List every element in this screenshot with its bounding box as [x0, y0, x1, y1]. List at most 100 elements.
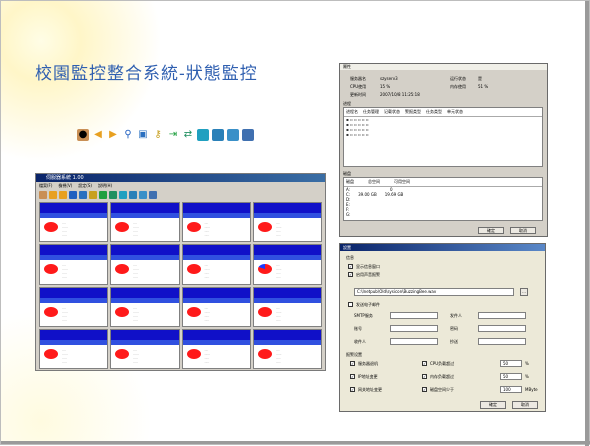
- disk-col-header[interactable]: 磁盘: [346, 179, 354, 185]
- menu-item-help[interactable]: 說明(H): [98, 182, 112, 189]
- mem-threshold-input[interactable]: 50: [500, 373, 522, 380]
- server-tile[interactable]: ···· ······ ····· ·····: [110, 328, 180, 369]
- cpu-pie-chart: [257, 264, 272, 275]
- browse-button[interactable]: …: [520, 288, 528, 296]
- tool-back-icon[interactable]: [49, 190, 57, 199]
- disk-table[interactable]: 磁盘 总空间 可用空间 A: 0 C: 39.00 GB 19.69 GB D: E:…: [343, 177, 543, 221]
- disk-unit: MByte: [525, 387, 538, 392]
- process-col-header[interactable]: 单元状态: [447, 109, 463, 115]
- server-tile[interactable]: ···· ······ ····· ·····: [39, 286, 109, 327]
- send-email-label: 发送电子邮件: [356, 302, 380, 307]
- sound-path-input[interactable]: C:\Inetpub\Old\sysicon\BuzzingBee.wav: [354, 288, 514, 296]
- account-input[interactable]: [390, 325, 438, 332]
- tool-network-icon[interactable]: [79, 190, 87, 199]
- alarm-cpu-checkbox[interactable]: ✓: [422, 361, 427, 366]
- process-col-header[interactable]: 警报类型: [405, 109, 421, 115]
- monitor-window-titlebar[interactable]: 伺服器系統 1.00: [36, 174, 325, 182]
- tool-forward-icon[interactable]: [59, 190, 67, 199]
- settings-dialog: 設置 信息 ✓ 显示信息窗口 ✓ 启用声音报警 C:\Inetpub\Old\s…: [339, 243, 546, 412]
- server-tile[interactable]: ···· ······ ····· ·····: [181, 328, 251, 369]
- alarm-server-label: 服务器退机: [358, 361, 378, 366]
- disk-col-header[interactable]: 可用空间: [394, 179, 410, 185]
- send-email-checkbox[interactable]: [348, 302, 353, 307]
- server-tile[interactable]: ···· ······ ····· ·····: [181, 244, 251, 285]
- menu-item-view[interactable]: 檢視(V): [58, 182, 72, 189]
- process-col-header[interactable]: 记载状态: [384, 109, 400, 115]
- network-icon[interactable]: ▣: [137, 129, 149, 141]
- key-icon[interactable]: ⚷: [152, 129, 164, 141]
- details-icon[interactable]: [242, 129, 254, 141]
- enable-sound-checkbox[interactable]: ✓: [348, 272, 353, 277]
- ok-button[interactable]: 確定: [478, 227, 504, 234]
- process-col-header[interactable]: 进程名: [346, 109, 358, 115]
- field-label: 内存使用: [450, 84, 466, 89]
- field-value: 2007/10/8 11:25:18: [380, 92, 420, 97]
- cpu-pie-chart: [115, 264, 130, 275]
- tool-search-icon[interactable]: [69, 190, 77, 199]
- smtp-input[interactable]: [390, 312, 438, 319]
- server-tile[interactable]: ···· ······ ····· ·····: [181, 202, 251, 243]
- tool-user-icon[interactable]: [39, 190, 47, 199]
- sender-input[interactable]: [478, 312, 526, 319]
- tool-key-icon[interactable]: [89, 190, 97, 199]
- square-icon[interactable]: [197, 129, 209, 141]
- tool-details-icon[interactable]: [149, 190, 157, 199]
- alarm-disk-checkbox[interactable]: ✓: [422, 387, 427, 392]
- server-tile[interactable]: ···· ······ ····· ·····: [252, 244, 322, 285]
- server-tile[interactable]: ···· ······ ····· ·····: [39, 202, 109, 243]
- page-title: 校園監控整合系統-狀態監控: [35, 64, 258, 84]
- cpu-unit: %: [525, 361, 529, 366]
- back-arrow-icon[interactable]: ◀: [92, 129, 104, 141]
- list-icon[interactable]: [227, 129, 239, 141]
- server-tile[interactable]: ···· ······ ····· ·····: [252, 286, 322, 327]
- user-icon[interactable]: ●: [77, 129, 89, 141]
- field-value: szyserv3: [380, 76, 398, 81]
- tool-swap-icon[interactable]: [109, 190, 117, 199]
- export-icon[interactable]: ⇥: [167, 129, 179, 141]
- alarm-server-checkbox[interactable]: ✓: [350, 361, 355, 366]
- server-tile[interactable]: ···· ······ ····· ·····: [110, 244, 180, 285]
- process-col-header[interactable]: 仕务管理: [363, 109, 379, 115]
- swap-icon[interactable]: ⇄: [182, 129, 194, 141]
- tool-grid-icon[interactable]: [129, 190, 137, 199]
- alarm-mem-checkbox[interactable]: ✓: [422, 374, 427, 379]
- show-window-checkbox[interactable]: ✓: [348, 264, 353, 269]
- grid-icon[interactable]: [212, 129, 224, 141]
- search-icon[interactable]: ⚲: [122, 129, 134, 141]
- monitor-toolbar: [36, 189, 325, 200]
- forward-arrow-icon[interactable]: ▶: [107, 129, 119, 141]
- menu-item-file[interactable]: 檔案(F): [39, 182, 52, 189]
- alarm-ip-checkbox[interactable]: ✓: [350, 374, 355, 379]
- cancel-button[interactable]: 取消: [512, 401, 538, 409]
- process-col-header[interactable]: 仕务类型: [426, 109, 442, 115]
- cancel-button[interactable]: 取消: [510, 227, 536, 234]
- recipient-input[interactable]: [390, 338, 438, 345]
- tool-list-icon[interactable]: [139, 190, 147, 199]
- menu-item-settings[interactable]: 設定(S): [78, 182, 92, 189]
- tool-square-icon[interactable]: [119, 190, 127, 199]
- disk-col-header[interactable]: 总空间: [368, 179, 380, 185]
- server-tile[interactable]: ···· ······ ····· ·····: [39, 244, 109, 285]
- disk-threshold-input[interactable]: 100: [500, 386, 522, 393]
- server-tile[interactable]: ···· ······ ····· ·····: [110, 202, 180, 243]
- monitor-window: 伺服器系統 1.00 檔案(F) 檢視(V) 設定(S) 說明(H) ···· ·…: [35, 173, 326, 371]
- cc-input[interactable]: [478, 338, 526, 345]
- settings-caption[interactable]: 設置: [340, 244, 545, 251]
- process-table[interactable]: 进程名 仕务管理 记载状态 警报类型 仕务类型 单元状态 ▪ ▫ ▫ ▫ ▫ ▫…: [343, 107, 543, 167]
- ok-button[interactable]: 確定: [480, 401, 506, 409]
- account-label: 账号: [354, 326, 362, 331]
- alarm-gateway-label: 网关地址变更: [358, 387, 382, 392]
- cpu-pie-chart: [115, 306, 130, 317]
- server-tile[interactable]: ···· ······ ····· ·····: [39, 328, 109, 369]
- tool-export-icon[interactable]: [99, 190, 107, 199]
- server-tile[interactable]: ···· ······ ····· ·····: [181, 286, 251, 327]
- server-tile[interactable]: ···· ······ ····· ·····: [252, 202, 322, 243]
- cpu-threshold-input[interactable]: 50: [500, 360, 522, 367]
- cpu-pie-chart: [186, 264, 201, 275]
- server-tile[interactable]: ···· ······ ····· ·····: [252, 328, 322, 369]
- server-tile[interactable]: ···· ······ ····· ·····: [110, 286, 180, 327]
- cpu-pie-chart: [257, 306, 272, 317]
- disk-name: G:: [346, 212, 351, 217]
- alarm-gateway-checkbox[interactable]: ✓: [350, 387, 355, 392]
- password-input[interactable]: [478, 325, 526, 332]
